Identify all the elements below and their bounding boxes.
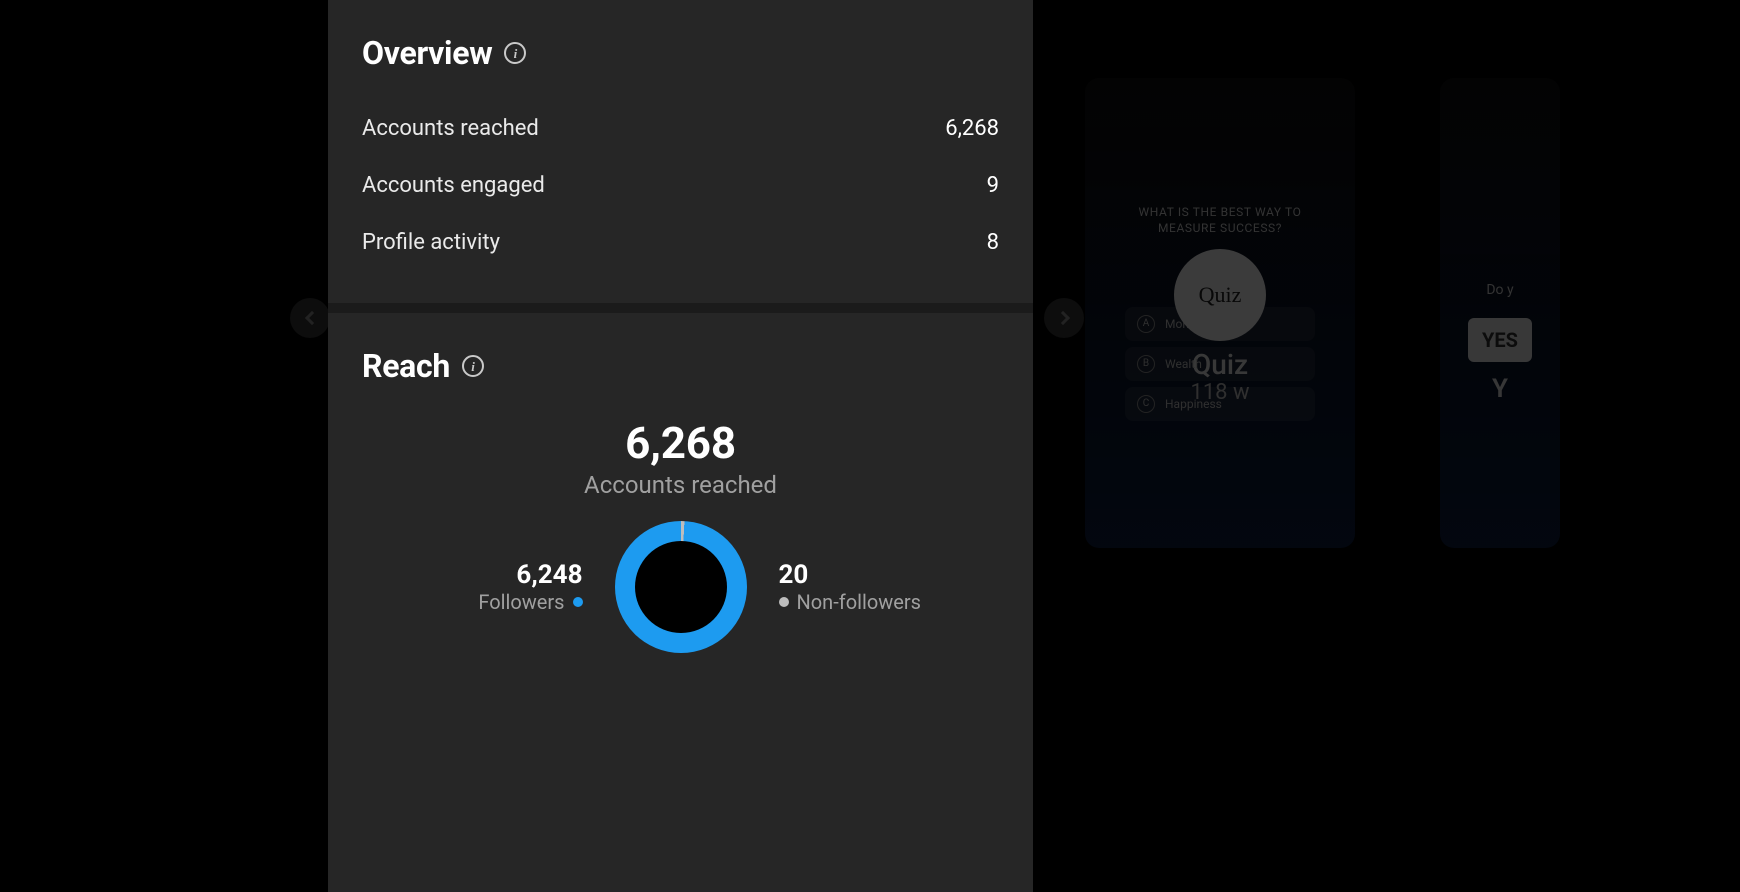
overview-row-profile-activity[interactable]: Profile activity 8 (362, 218, 999, 267)
reach-non-followers: 20 Non-followers (779, 560, 939, 614)
followers-label: Followers (478, 590, 564, 614)
chevron-left-icon (304, 311, 318, 325)
quiz-option-b: B Wealth (1125, 347, 1315, 381)
poll-option-yes: YES (1468, 318, 1532, 362)
overview-row-accounts-engaged[interactable]: Accounts engaged 9 (362, 161, 999, 210)
row-label: Accounts reached (362, 116, 539, 141)
info-icon[interactable]: i (504, 42, 526, 64)
row-label: Accounts engaged (362, 173, 545, 198)
poll-overlay-letter: Y (1492, 374, 1508, 404)
legend-dot-non-followers (779, 597, 789, 607)
reach-breakdown: 6,248 Followers 20 Non-followers (362, 521, 999, 653)
legend-dot-followers (573, 597, 583, 607)
reach-section: Reach i 6,268 Accounts reached 6,248 Fol… (328, 313, 1033, 681)
row-value: 8 (987, 230, 999, 255)
reach-headline: 6,268 Accounts reached (362, 417, 999, 499)
followers-value: 6,248 (423, 560, 583, 590)
section-divider (328, 303, 1033, 313)
quiz-option-c: C Happiness (1125, 387, 1315, 421)
overview-title: Overview (362, 34, 492, 72)
row-value: 9 (987, 173, 999, 198)
row-label: Profile activity (362, 230, 500, 255)
row-value: 6,268 (945, 116, 999, 141)
prev-story-button[interactable] (290, 298, 330, 338)
info-icon[interactable]: i (462, 355, 484, 377)
reach-followers: 6,248 Followers (423, 560, 583, 614)
quiz-heading: WHAT IS THE BEST WAY TO MEASURE SUCCESS? (1125, 205, 1316, 236)
chevron-right-icon (1055, 311, 1069, 325)
story-thumbnail-poll[interactable]: Do y YES Y (1440, 78, 1560, 548)
poll-prompt: Do y (1486, 282, 1513, 298)
non-followers-label: Non-followers (797, 590, 921, 614)
next-story-button[interactable] (1044, 298, 1084, 338)
reach-title: Reach (362, 347, 450, 385)
insights-panel: Overview i Accounts reached 6,268 Accoun… (328, 0, 1033, 892)
reach-donut-chart (615, 521, 747, 653)
overview-row-accounts-reached[interactable]: Accounts reached 6,268 (362, 104, 999, 153)
overview-section: Overview i Accounts reached 6,268 Accoun… (328, 0, 1033, 303)
story-thumbnail-quiz[interactable]: WHAT IS THE BEST WAY TO MEASURE SUCCESS?… (1085, 78, 1355, 548)
reach-total-value: 6,268 (362, 417, 999, 469)
reach-total-label: Accounts reached (362, 471, 999, 499)
non-followers-value: 20 (779, 560, 939, 590)
avatar: Quiz (1174, 249, 1266, 341)
